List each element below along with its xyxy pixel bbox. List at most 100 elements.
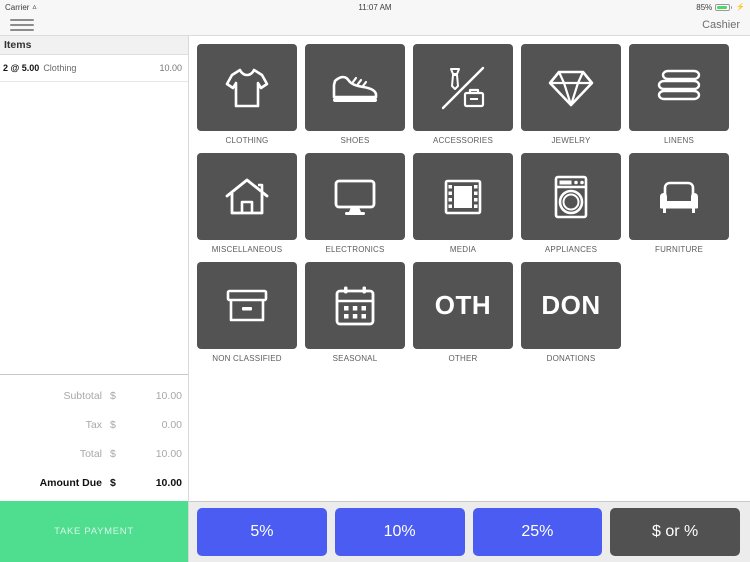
other-text-glyph: OTH <box>434 290 492 320</box>
category-tile-appliances[interactable]: APPLIANCES <box>521 153 621 254</box>
tax-value: 0.00 <box>161 418 182 431</box>
category-label: OTHER <box>448 354 478 363</box>
category-tile-furniture[interactable]: FURNITURE <box>629 153 729 254</box>
house-icon <box>225 178 269 214</box>
category-tile-other[interactable]: OTH OTHER <box>413 262 513 363</box>
category-label: NON CLASSIFIED <box>212 354 282 363</box>
tax-label: Tax <box>85 418 102 431</box>
category-grid-area: CLOTHING SHOES ACCESSORIES JEWELRY LINEN… <box>189 36 750 501</box>
category-label: MISCELLANEOUS <box>211 245 283 254</box>
folded-towels-icon <box>657 69 701 100</box>
category-label: SHOES <box>340 136 370 145</box>
total-label: Total <box>79 447 102 460</box>
diamond-icon <box>548 70 594 106</box>
tile-icon-box <box>197 153 297 240</box>
category-label: DONATIONS <box>546 354 596 363</box>
status-bar: Carrier ▵ 11:07 AM 85% ⚡ <box>0 0 750 14</box>
battery-icon <box>715 3 733 11</box>
category-tile-miscellaneous[interactable]: MISCELLANEOUS <box>197 153 297 254</box>
discount-button-5-percent[interactable]: 5% <box>197 508 327 556</box>
discount-button-custom[interactable]: $ or % <box>610 508 740 556</box>
cart-item-qty: 2 @ 5.00 <box>3 63 40 73</box>
items-header: Items <box>0 36 188 55</box>
tile-icon-box <box>305 153 405 240</box>
category-label: APPLIANCES <box>544 245 598 254</box>
navigation-bar: Cashier <box>0 14 750 36</box>
category-grid: CLOTHING SHOES ACCESSORIES JEWELRY LINEN… <box>197 44 740 363</box>
tile-icon-box <box>305 44 405 131</box>
user-role-label[interactable]: Cashier <box>702 19 740 31</box>
category-label: ACCESSORIES <box>433 136 493 145</box>
tshirt-icon <box>225 68 269 107</box>
category-label: ELECTRONICS <box>325 245 385 254</box>
category-label: JEWELRY <box>551 136 591 145</box>
category-tile-linens[interactable]: LINENS <box>629 44 729 145</box>
battery-percent-label: 85% <box>696 2 713 12</box>
cart-totals: Subtotal $ 10.00 Tax $ 0.00 Total $ 10.0… <box>0 374 188 501</box>
discount-bar: 5% 10% 25% $ or % <box>189 501 750 562</box>
status-bar-clock: 11:07 AM <box>358 2 392 12</box>
category-label: LINENS <box>663 136 695 145</box>
tile-icon-box <box>629 44 729 131</box>
sneaker-icon <box>332 75 378 102</box>
tile-icon-box <box>413 153 513 240</box>
calendar-icon <box>335 286 375 325</box>
total-row-amount-due: Amount Due $ 10.00 <box>0 468 182 497</box>
total-row-total: Total $ 10.00 <box>0 439 182 468</box>
take-payment-button[interactable]: TAKE PAYMENT <box>0 501 188 562</box>
archive-box-icon <box>226 289 268 321</box>
amount-due-currency: $ <box>110 476 116 489</box>
total-row-subtotal: Subtotal $ 10.00 <box>0 381 182 410</box>
category-tile-donations[interactable]: DON DONATIONS <box>521 262 621 363</box>
category-panel: CLOTHING SHOES ACCESSORIES JEWELRY LINEN… <box>189 36 750 562</box>
category-tile-jewelry[interactable]: JEWELRY <box>521 44 621 145</box>
amount-due-label: Amount Due <box>39 476 102 489</box>
tile-icon-box <box>629 153 729 240</box>
charging-bolt-icon: ⚡ <box>736 4 745 11</box>
category-label: CLOTHING <box>225 136 269 145</box>
cart-item-row[interactable]: 2 @ 5.00 Clothing 10.00 <box>0 55 188 82</box>
total-currency: $ <box>110 447 116 460</box>
category-tile-non-classified[interactable]: NON CLASSIFIED <box>197 262 297 363</box>
tax-currency: $ <box>110 418 116 431</box>
tile-icon-box <box>197 262 297 349</box>
subtotal-label: Subtotal <box>63 389 102 402</box>
amount-due-value: 10.00 <box>155 476 182 489</box>
tile-icon-box <box>521 153 621 240</box>
tile-icon-box: OTH <box>413 262 513 349</box>
discount-button-25-percent[interactable]: 25% <box>472 508 603 556</box>
cart-items-list: 2 @ 5.00 Clothing 10.00 <box>0 55 188 374</box>
subtotal-value: 10.00 <box>155 389 182 402</box>
total-row-tax: Tax $ 0.00 <box>0 410 182 439</box>
category-label: SEASONAL <box>332 354 378 363</box>
status-bar-right: 85% ⚡ <box>696 3 745 12</box>
tile-icon-box: DON <box>521 262 621 349</box>
sofa-icon <box>660 181 698 213</box>
pos-app-root: Carrier ▵ 11:07 AM 85% ⚡ Cashier Items 2… <box>0 0 750 562</box>
tie-briefcase-icon <box>441 66 485 109</box>
tile-icon-box <box>197 44 297 131</box>
total-value: 10.00 <box>155 447 182 460</box>
category-tile-media[interactable]: MEDIA <box>413 153 513 254</box>
category-tile-clothing[interactable]: CLOTHING <box>197 44 297 145</box>
category-tile-electronics[interactable]: ELECTRONICS <box>305 153 405 254</box>
cart-panel: Items 2 @ 5.00 Clothing 10.00 Subtotal $… <box>0 36 189 562</box>
discount-button-10-percent[interactable]: 10% <box>334 508 465 556</box>
tile-icon-box <box>305 262 405 349</box>
category-label: MEDIA <box>449 245 477 254</box>
tile-icon-box <box>413 44 513 131</box>
category-tile-seasonal[interactable]: SEASONAL <box>305 262 405 363</box>
cart-item-name: Clothing <box>43 63 77 73</box>
category-label: FURNITURE <box>654 245 704 254</box>
cart-item-amount: 10.00 <box>159 63 182 73</box>
category-tile-accessories[interactable]: ACCESSORIES <box>413 44 513 145</box>
washing-machine-icon <box>554 175 588 218</box>
film-strip-icon <box>444 179 482 214</box>
subtotal-currency: $ <box>110 389 116 402</box>
hamburger-menu-icon[interactable] <box>10 18 34 31</box>
category-tile-shoes[interactable]: SHOES <box>305 44 405 145</box>
main-content: Items 2 @ 5.00 Clothing 10.00 Subtotal $… <box>0 36 750 562</box>
tile-icon-box <box>521 44 621 131</box>
donations-text-glyph: DON <box>541 290 601 320</box>
monitor-icon <box>334 179 376 215</box>
